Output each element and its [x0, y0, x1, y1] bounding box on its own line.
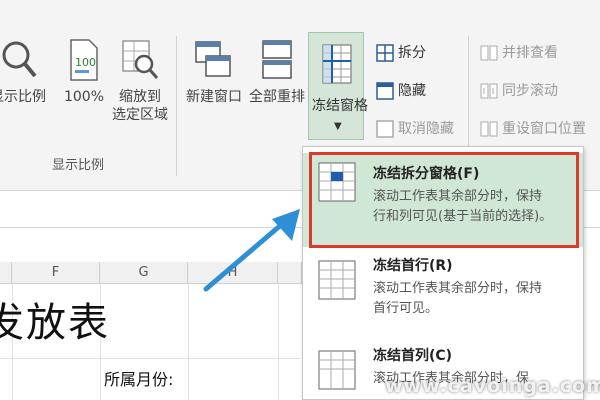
column-header-e[interactable]	[0, 262, 12, 284]
split-icon	[376, 44, 394, 62]
zoom-label: 显示比例	[0, 89, 46, 105]
freeze-first-column-icon	[318, 350, 356, 390]
watermark-text: www.cavoinga.com	[385, 375, 600, 397]
split-label: 拆分	[398, 45, 426, 61]
menu-item-title: 冻结首列(C)	[373, 348, 453, 364]
magnifier-icon	[2, 41, 37, 78]
view-side-by-side-button[interactable]: 并排查看	[480, 42, 558, 62]
menu-item-freeze-top-row[interactable]: 冻结首行(R) 滚动工作表其余部分时，保持 首行可见。	[303, 251, 583, 337]
split-button[interactable]: 拆分	[376, 42, 426, 62]
sheet-title-cell[interactable]: 发放表	[0, 290, 110, 348]
reset-position-label: 重设窗口位置	[502, 121, 586, 137]
side-by-side-label: 并排查看	[502, 45, 558, 61]
arrange-all-button[interactable]: 全部重排	[244, 38, 310, 106]
freeze-panes-icon	[322, 44, 352, 84]
svg-text:100: 100	[75, 56, 96, 69]
zoom-selection-icon	[122, 40, 159, 79]
column-header-f[interactable]: F	[12, 262, 100, 284]
arrange-all-label: 全部重排	[249, 89, 305, 105]
month-label-cell[interactable]: 所属月份:	[104, 366, 173, 390]
chevron-down-icon: ▼	[334, 121, 342, 132]
new-window-button[interactable]: 新建窗口	[180, 38, 248, 106]
menu-item-title: 冻结首行(R)	[373, 258, 453, 274]
zoom-selection-label-1: 缩放到	[119, 89, 161, 105]
zoom-100-label: 100%	[63, 89, 105, 105]
freeze-panes-label: 冻结窗格	[312, 98, 368, 114]
side-by-side-icon	[480, 45, 498, 61]
grid-line	[0, 358, 300, 359]
reset-position-icon	[480, 121, 498, 137]
zoom-selection-label-2: 选定区域	[112, 107, 168, 123]
zoom-button[interactable]: 显示比例	[0, 38, 58, 106]
hide-button[interactable]: 隐藏	[376, 80, 426, 100]
sync-scroll-label: 同步滚动	[502, 83, 558, 99]
freeze-panes-button[interactable]: 冻结窗格 ▼	[308, 32, 368, 140]
sync-scroll-button[interactable]: 同步滚动	[480, 80, 558, 100]
group-divider	[176, 36, 177, 176]
hide-label: 隐藏	[398, 83, 426, 99]
freeze-top-row-icon	[318, 260, 356, 300]
new-window-label: 新建窗口	[186, 89, 242, 105]
hide-window-icon	[376, 82, 394, 100]
unhide-label: 取消隐藏	[398, 121, 454, 137]
column-header-g[interactable]: G	[100, 262, 188, 284]
zoom-100-icon: 100	[70, 39, 98, 81]
menu-item-desc: 滚动工作表其余部分时，保持 首行可见。	[373, 281, 543, 316]
zoom-to-selection-button[interactable]: 缩放到 选定区域	[108, 38, 172, 124]
grid-line	[188, 284, 189, 400]
zoom-100-button[interactable]: 100 100%	[62, 38, 106, 106]
new-window-icon	[195, 41, 231, 77]
arrange-all-icon	[262, 40, 292, 79]
unhide-button[interactable]: 取消隐藏	[376, 118, 454, 138]
highlight-box	[309, 152, 579, 248]
sync-scroll-icon	[480, 83, 498, 99]
unhide-window-icon	[376, 120, 394, 138]
zoom-group-label: 显示比例	[52, 158, 105, 173]
reset-window-position-button[interactable]: 重设窗口位置	[480, 118, 586, 138]
annotation-arrow-icon	[203, 209, 300, 292]
grid-line	[278, 284, 279, 400]
